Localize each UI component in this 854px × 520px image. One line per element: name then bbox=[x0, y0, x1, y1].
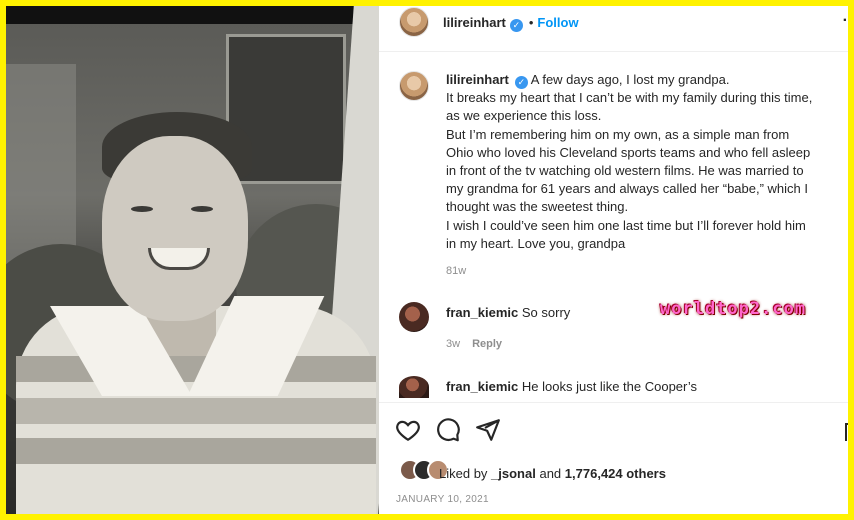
post-panel: lilireinhart ✓ • Follow · lilireinhart ✓ A f… bbox=[379, 6, 848, 514]
more-icon[interactable]: · bbox=[843, 12, 848, 30]
caption-username[interactable]: lilireinhart bbox=[446, 72, 509, 87]
likes-summary: Liked by _jsonal and 1,776,424 others bbox=[439, 466, 666, 481]
post-frame: lilireinhart ✓ • Follow · lilireinhart ✓ A f… bbox=[6, 6, 848, 514]
caption-line: thought was the sweetest thing. bbox=[446, 199, 629, 215]
post-caption: lilireinhart ✓ A few days ago, I lost my … bbox=[446, 71, 846, 253]
caption-timestamp: 81w bbox=[446, 265, 467, 277]
caption-line: It breaks my heart that I can’t be with … bbox=[446, 90, 813, 106]
post-date: JANUARY 10, 2021 bbox=[396, 494, 489, 505]
author-info: lilireinhart ✓ • Follow bbox=[443, 14, 579, 32]
heart-icon[interactable] bbox=[395, 417, 421, 443]
author-username[interactable]: lilireinhart bbox=[443, 15, 506, 30]
caption-line: But I’m remembering him on my own, as a … bbox=[446, 126, 790, 142]
comment-icon[interactable] bbox=[435, 417, 461, 443]
verified-icon: ✓ bbox=[509, 19, 523, 32]
commenter-avatar[interactable] bbox=[399, 302, 429, 332]
caption-line: A few days ago, I lost my grandpa. bbox=[530, 72, 730, 87]
caption-line: in my heart. Love you, grandpa bbox=[446, 235, 626, 251]
verified-icon: ✓ bbox=[514, 76, 528, 89]
comment-age: 3w bbox=[446, 338, 461, 350]
caption-line: as we experience this loss. bbox=[446, 108, 602, 124]
likes-prefix: Liked by bbox=[439, 466, 488, 481]
action-bar: Liked by _jsonal and 1,776,424 others JA… bbox=[379, 402, 848, 514]
author-avatar[interactable] bbox=[399, 7, 429, 37]
share-icon[interactable] bbox=[475, 417, 501, 443]
comment: fran_kiemic He looks just like the Coope… bbox=[446, 379, 697, 394]
separator-dot: • bbox=[528, 15, 534, 30]
liker-username[interactable]: _jsonal bbox=[491, 466, 536, 481]
post-header: lilireinhart ✓ • Follow · bbox=[379, 6, 848, 52]
caption-line: my grandma for 61 years and always calle… bbox=[446, 181, 809, 197]
comment-meta: 3w Reply bbox=[446, 338, 502, 350]
commenter-avatar[interactable] bbox=[399, 376, 429, 398]
follow-button[interactable]: Follow bbox=[537, 15, 578, 30]
comment: fran_kiemic So sorry bbox=[446, 305, 570, 320]
watermark: worldtop2.com bbox=[660, 299, 807, 319]
bookmark-icon[interactable] bbox=[845, 423, 848, 441]
photo-face bbox=[102, 136, 248, 321]
caption-line: Ohio who loved his Cleveland sports team… bbox=[446, 144, 811, 160]
comment-text: So sorry bbox=[521, 305, 571, 320]
post-photo[interactable] bbox=[6, 6, 379, 514]
comment-text: He looks just like the Cooper’s bbox=[521, 379, 697, 394]
likes-count[interactable]: 1,776,424 others bbox=[565, 466, 666, 481]
comment-username[interactable]: fran_kiemic bbox=[446, 305, 518, 320]
comment-username[interactable]: fran_kiemic bbox=[446, 379, 518, 394]
caption-line: I wish I could’ve seen him one last time… bbox=[446, 217, 806, 233]
likes-connector: and bbox=[539, 466, 562, 481]
reply-button[interactable]: Reply bbox=[472, 338, 502, 350]
caption-line: in front of the tv watching old western … bbox=[446, 163, 804, 179]
caption-avatar[interactable] bbox=[399, 71, 429, 101]
